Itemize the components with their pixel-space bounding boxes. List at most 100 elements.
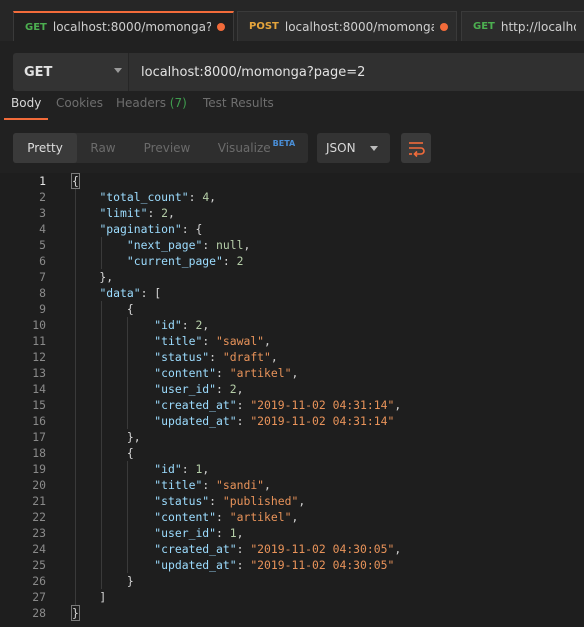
line-number: 17 bbox=[32, 430, 46, 444]
code-text: "id": 1, bbox=[72, 461, 209, 477]
request-tab-2[interactable]: POST localhost:8000/momonga bbox=[237, 11, 457, 41]
line-number: 27 bbox=[32, 590, 46, 604]
code-text: }, bbox=[72, 429, 141, 445]
code-token: , bbox=[394, 542, 402, 556]
code-text: "data": [ bbox=[72, 285, 161, 301]
code-text: "status": "published", bbox=[72, 493, 305, 509]
code-text: "content": "artikel", bbox=[72, 365, 298, 381]
code-token: "sandi" bbox=[216, 478, 265, 492]
code-token: "draft" bbox=[222, 350, 271, 364]
code-token: "pagination" bbox=[99, 222, 182, 236]
code-token: , bbox=[264, 334, 271, 348]
line-number: 25 bbox=[32, 558, 46, 572]
tab-test-results[interactable]: Test Results bbox=[203, 96, 274, 110]
line-number: 20 bbox=[32, 478, 46, 492]
code-text: ] bbox=[72, 589, 106, 605]
indent-guide bbox=[127, 461, 128, 573]
request-tab-strip: GET localhost:8000/momonga?page... POST … bbox=[0, 0, 584, 41]
code-line: 13 "content": "artikel", bbox=[0, 365, 584, 381]
request-tab-1[interactable]: GET localhost:8000/momonga?page... bbox=[13, 11, 234, 41]
line-number: 26 bbox=[32, 574, 46, 588]
line-number: 6 bbox=[39, 254, 46, 268]
line-number: 4 bbox=[39, 222, 46, 236]
code-line: 28} bbox=[0, 605, 584, 621]
code-text: } bbox=[72, 573, 134, 589]
code-line: 18 { bbox=[0, 445, 584, 461]
method-dropdown[interactable]: GET bbox=[13, 53, 128, 91]
code-token: 2 bbox=[229, 382, 237, 396]
wrap-lines-button[interactable] bbox=[401, 133, 431, 163]
code-token: "next_page" bbox=[126, 238, 203, 252]
code-line: 23 "user_id": 1, bbox=[0, 525, 584, 541]
line-number: 15 bbox=[32, 398, 46, 412]
code-line: 6 "current_page": 2 bbox=[0, 253, 584, 269]
code-token: : bbox=[236, 558, 251, 572]
code-token: "content" bbox=[154, 510, 217, 524]
code-token: : bbox=[209, 350, 223, 364]
url-value: localhost:8000/momonga?page=2 bbox=[141, 64, 366, 80]
code-token: "status" bbox=[154, 350, 210, 364]
code-line: 14 "user_id": 2, bbox=[0, 381, 584, 397]
code-token: "current_page" bbox=[126, 254, 223, 268]
code-line: 4 "pagination": { bbox=[0, 221, 584, 237]
code-token: "created_at" bbox=[154, 398, 237, 412]
code-token: }, bbox=[72, 270, 114, 284]
code-line: 7 }, bbox=[0, 269, 584, 285]
code-token: , bbox=[236, 526, 244, 540]
request-tab-3[interactable]: GET http://localhost:8 bbox=[461, 11, 584, 41]
code-line: 8 "data": [ bbox=[0, 285, 584, 301]
code-line: 9 { bbox=[0, 301, 584, 317]
code-line: 21 "status": "published", bbox=[0, 493, 584, 509]
url-input[interactable]: localhost:8000/momonga?page=2 bbox=[128, 53, 584, 91]
tab-body[interactable]: Body bbox=[11, 96, 41, 110]
code-text: { bbox=[72, 445, 134, 461]
line-number: 21 bbox=[32, 494, 46, 508]
raw-button[interactable]: Raw bbox=[77, 133, 129, 163]
tab-cookies[interactable]: Cookies bbox=[56, 96, 103, 110]
code-token: "status" bbox=[154, 494, 210, 508]
code-token: null bbox=[216, 238, 244, 252]
tab-url: localhost:8000/momonga?page... bbox=[52, 20, 211, 34]
line-number: 22 bbox=[32, 510, 46, 524]
code-token: , bbox=[291, 510, 299, 524]
line-number: 2 bbox=[39, 190, 46, 204]
preview-button[interactable]: Preview bbox=[129, 133, 205, 163]
active-tab-indicator bbox=[4, 118, 48, 120]
line-number: 16 bbox=[32, 414, 46, 428]
code-token: : [ bbox=[140, 286, 162, 300]
tab-method: POST bbox=[249, 21, 279, 32]
code-text: "content": "artikel", bbox=[72, 509, 298, 525]
code-token: : bbox=[202, 238, 217, 252]
code-token: : bbox=[236, 414, 251, 428]
response-body-viewer[interactable]: 1{2 "total_count": 4, 3 "limit": 2, 4 "pag… bbox=[0, 173, 584, 627]
format-value: JSON bbox=[326, 141, 356, 155]
code-token: { bbox=[72, 446, 134, 460]
code-token: : bbox=[236, 542, 251, 556]
chevron-down-icon bbox=[370, 146, 378, 151]
tab-method: GET bbox=[25, 21, 47, 33]
line-number: 9 bbox=[39, 302, 46, 316]
code-token: "data" bbox=[99, 286, 141, 300]
method-value: GET bbox=[24, 64, 53, 80]
code-line: 10 "id": 2, bbox=[0, 317, 584, 333]
visualize-button[interactable]: Visualize BETA bbox=[205, 133, 308, 163]
code-text: "limit": 2, bbox=[72, 205, 174, 221]
tab-url: localhost:8000/momonga bbox=[284, 19, 434, 34]
view-mode-toolbar: Pretty Raw Preview Visualize BETA bbox=[13, 133, 308, 163]
code-token: 2 bbox=[236, 254, 244, 268]
response-tabs: Body Cookies Headers (7) Test Results bbox=[0, 94, 584, 122]
code-line: 26 } bbox=[0, 573, 584, 589]
pretty-button[interactable]: Pretty bbox=[13, 133, 77, 163]
format-dropdown[interactable]: JSON bbox=[317, 133, 390, 163]
code-text: "total_count": 4, bbox=[72, 189, 216, 205]
tab-headers[interactable]: Headers (7) bbox=[116, 96, 187, 110]
code-token: , bbox=[243, 238, 251, 252]
request-bar: GET localhost:8000/momonga?page=2 bbox=[13, 53, 584, 91]
code-text: "next_page": null, bbox=[72, 237, 250, 253]
